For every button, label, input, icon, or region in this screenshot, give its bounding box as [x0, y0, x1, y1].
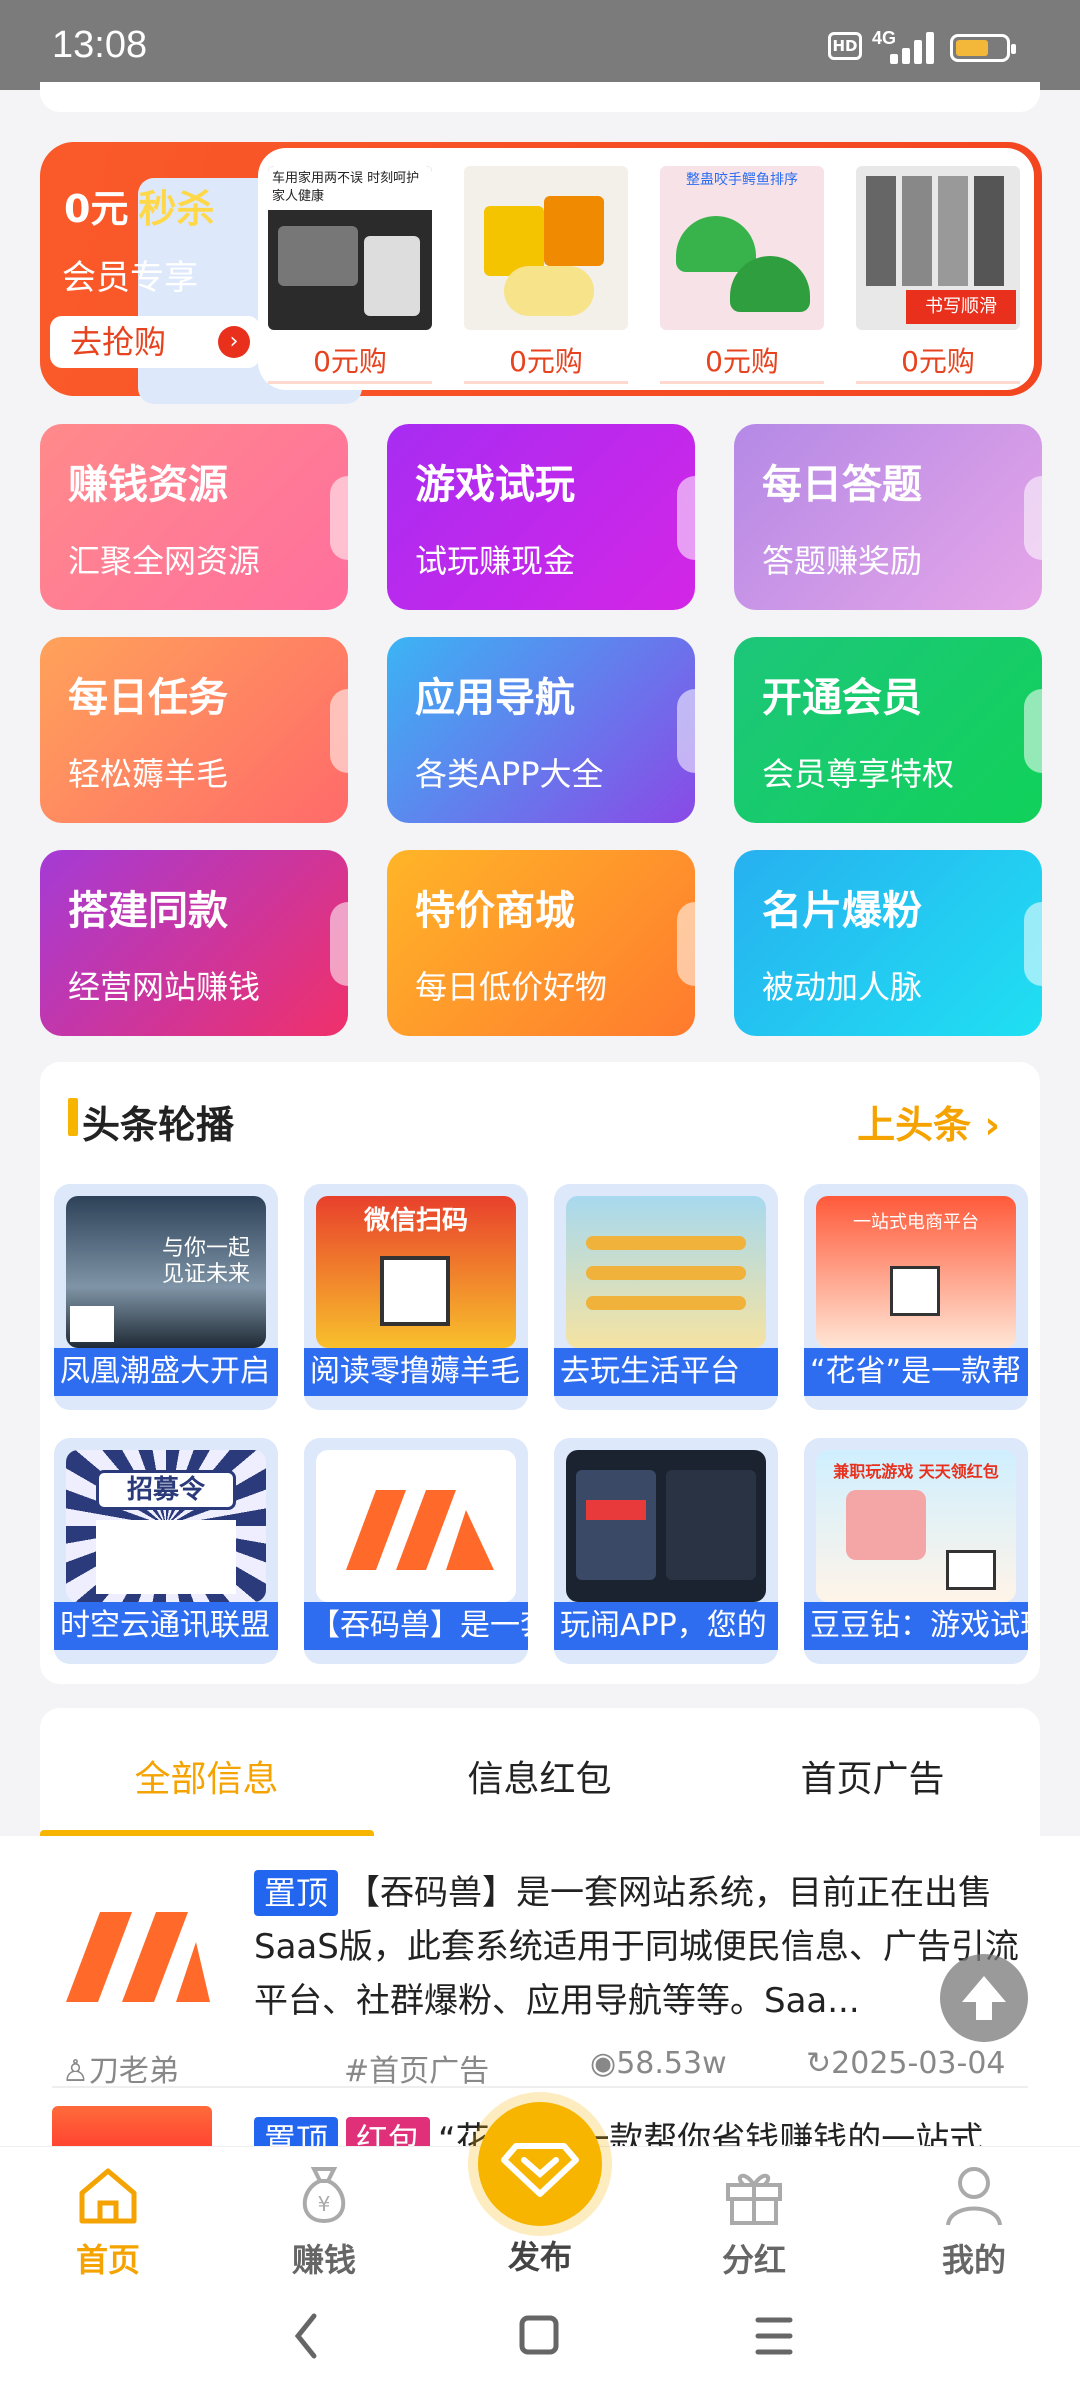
tile-open-membership[interactable]: 开通会员 会员尊享特权 — [734, 637, 1042, 823]
headline-image: 与你一起 见证未来 — [66, 1196, 266, 1348]
headlines-section: 头条轮播 上头条 › 与你一起 见证未来 凤凰潮盛大开启 微信扫码 阅读零撸薅羊… — [40, 1062, 1040, 1684]
product-card[interactable]: 车用家用两不误 时刻呵护 家人健康 0元购 — [268, 166, 432, 386]
user-icon: ♙ — [62, 2054, 89, 2089]
system-nav-bar — [0, 2276, 1080, 2401]
hd-badge: HD — [828, 32, 862, 60]
views: ◉58.53w — [590, 2046, 727, 2081]
product-price: 0元购 — [509, 345, 583, 378]
flash-sale-title: 0元 秒杀 — [64, 178, 363, 404]
headline-card[interactable]: 【吞码兽】是一套 — [304, 1438, 528, 1664]
feed-text: 【吞码兽】是一套网站系统，目前正在出售SaaS版，此套系统适用于同城便民信息、广… — [254, 1873, 1019, 2021]
headline-image: 微信扫码 — [316, 1196, 516, 1348]
headline-image: 一站式电商平台 — [816, 1196, 1016, 1348]
date: ↻2025-03-04 — [806, 2046, 1006, 2081]
pinned-badge: 置顶 — [254, 1870, 339, 1916]
publish-label: 发布 — [507, 2238, 572, 2276]
battery-icon — [950, 34, 1016, 62]
product-price: 0元购 — [705, 345, 779, 378]
home-square-icon — [519, 2315, 559, 2355]
scroll-to-top-button[interactable] — [940, 1954, 1028, 2042]
status-time: 13:08 — [52, 24, 148, 66]
headline-card[interactable]: 微信扫码 阅读零撸薅羊毛 — [304, 1184, 528, 1410]
arrow-up-icon — [962, 1976, 1006, 2020]
tile-app-navigation[interactable]: 应用导航 各类APP大全 — [387, 637, 695, 823]
nav-home[interactable]: 首页 — [38, 2159, 178, 2281]
product-image: 书写顺滑 — [856, 166, 1020, 330]
headline-card[interactable]: 兼职玩游戏 天天领红包 豆豆钻：游戏试玩 — [804, 1438, 1028, 1664]
tab-all-info[interactable]: 全部信息 — [40, 1750, 373, 1802]
tunmashou-logo — [66, 1912, 210, 2002]
headline-image: 招募令 — [66, 1450, 266, 1602]
signal-icon — [880, 30, 936, 64]
headline-card[interactable]: 玩闹APP，您的 — [554, 1438, 778, 1664]
chevron-right-icon: › — [971, 1103, 1000, 1147]
product-image: 整蛊咬手鳄鱼排序 — [660, 166, 824, 330]
info-tabs: 全部信息 信息红包 首页广告 — [40, 1708, 1040, 1840]
author: ♙刀老弟 — [62, 2054, 179, 2089]
tile-build-same[interactable]: 搭建同款 经营网站赚钱 — [40, 850, 348, 1036]
flash-sale-products: 车用家用两不误 时刻呵护 家人健康 0元购 0元购 整蛊咬手鳄鱼排序 0元购 书… — [258, 148, 1034, 390]
headline-card[interactable]: 招募令 时空云通讯联盟 — [54, 1438, 278, 1664]
eye-icon: ◉ — [590, 2046, 617, 2081]
tunmashou-logo — [346, 1490, 494, 1570]
status-bar: 13:08 HD 4G — [0, 0, 1080, 90]
product-image: 车用家用两不误 时刻呵护 家人健康 — [268, 166, 432, 330]
tile-daily-task[interactable]: 每日任务 轻松薅羊毛 — [40, 637, 348, 823]
back-icon — [294, 2313, 317, 2359]
product-card[interactable]: 书写顺滑 0元购 — [856, 166, 1020, 386]
headline-image — [316, 1450, 516, 1602]
headline-card[interactable]: 一站式电商平台 “花省”是一款帮 — [804, 1184, 1028, 1410]
flash-sale-subtitle: 会员专享 — [62, 258, 198, 298]
nav-earn[interactable]: ¥ 赚钱 — [254, 2159, 394, 2281]
money-bag-icon: ¥ — [302, 2167, 346, 2224]
tab-red-packet[interactable]: 信息红包 — [373, 1750, 706, 1802]
headline-image: 兼职玩游戏 天天领红包 — [816, 1450, 1016, 1602]
previous-card-edge — [40, 82, 1040, 112]
headline-card[interactable]: 与你一起 见证未来 凤凰潮盛大开启 — [54, 1184, 278, 1410]
tile-business-card[interactable]: 名片爆粉 被动加人脉 — [734, 850, 1042, 1036]
headlines-more-link[interactable]: 上头条 › — [857, 1094, 1000, 1149]
product-price: 0元购 — [901, 345, 975, 378]
diamond-icon — [501, 2143, 579, 2197]
tile-special-mall[interactable]: 特价商城 每日低价好物 — [387, 850, 695, 1036]
headline-image — [566, 1196, 766, 1348]
flash-sale-banner[interactable]: 0元 秒杀 会员专享 去抢购 › 车用家用两不误 时刻呵护 家人健康 0元购 0元… — [40, 142, 1042, 404]
user-icon — [946, 2167, 1002, 2226]
home-icon — [79, 2168, 137, 2224]
tile-game-trial[interactable]: 游戏试玩 试玩赚现金 — [387, 424, 695, 610]
publish-button[interactable] — [478, 2102, 602, 2226]
category[interactable]: #首页广告 — [344, 2046, 489, 2090]
product-image — [464, 166, 628, 330]
headline-image — [566, 1450, 766, 1602]
tile-earn-resources[interactable]: 赚钱资源 汇聚全网资源 — [40, 424, 348, 610]
product-card[interactable]: 0元购 — [464, 166, 628, 386]
gift-icon — [726, 2173, 782, 2225]
tab-home-ads[interactable]: 首页广告 — [706, 1750, 1039, 1802]
product-price: 0元购 — [313, 345, 387, 378]
tile-daily-quiz[interactable]: 每日答题 答题赚奖励 — [734, 424, 1042, 610]
headlines-title: 头条轮播 — [82, 1103, 235, 1147]
headline-card[interactable]: 去玩生活平台 — [554, 1184, 778, 1410]
svg-text:¥: ¥ — [318, 2192, 331, 2216]
product-card[interactable]: 整蛊咬手鳄鱼排序 0元购 — [660, 166, 824, 386]
chevron-right-icon: › — [218, 326, 250, 358]
grab-button[interactable]: 去抢购 › — [50, 316, 260, 368]
nav-dividend[interactable]: 分红 — [684, 2159, 824, 2281]
refresh-icon: ↻ — [806, 2046, 832, 2081]
nav-mine[interactable]: 我的 — [904, 2159, 1044, 2281]
